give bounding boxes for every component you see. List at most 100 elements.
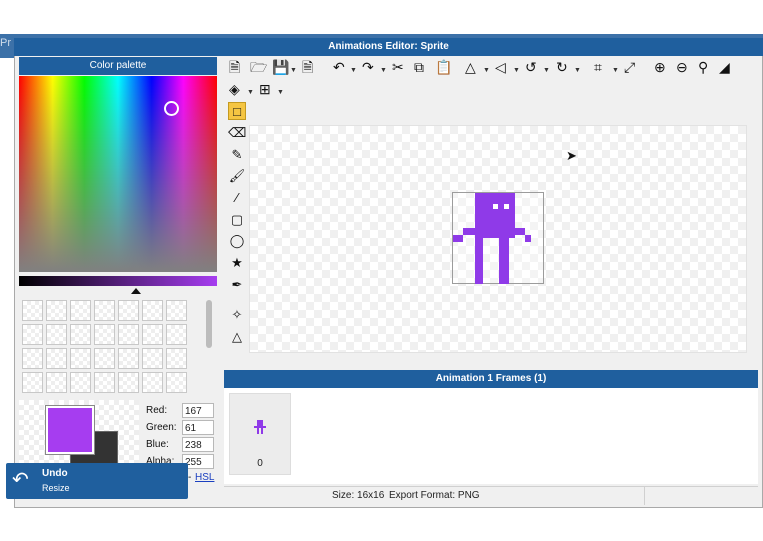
swatch[interactable]: [118, 300, 139, 321]
flip-horizontal-icon[interactable]: △: [465, 58, 476, 76]
export-icon[interactable]: 🗎: [302, 58, 313, 76]
sprite-leg-right: [499, 238, 509, 284]
rotate-left-icon[interactable]: ↺: [525, 58, 537, 76]
rotate-left-dropdown-icon[interactable]: ▼: [543, 62, 550, 80]
brightness-slider[interactable]: [19, 276, 217, 286]
eraser-icon[interactable]: ⌫: [228, 124, 246, 142]
swatch[interactable]: [118, 372, 139, 393]
brush-icon[interactable]: 🖌: [228, 167, 246, 185]
swatch[interactable]: [118, 348, 139, 369]
undo-icon[interactable]: ↶: [333, 58, 345, 76]
redo-dropdown-icon[interactable]: ▼: [380, 62, 387, 80]
swatch[interactable]: [166, 372, 187, 393]
copy-icon[interactable]: ⧉: [414, 58, 424, 76]
window-title[interactable]: Animations Editor: Sprite: [14, 38, 763, 56]
blue-field[interactable]: 238: [182, 437, 214, 452]
blue-label: Blue:: [146, 439, 169, 450]
swatch[interactable]: [142, 372, 163, 393]
frame-index: 0: [257, 458, 263, 469]
rectangle-icon[interactable]: ▢: [228, 211, 246, 229]
crop-dropdown-icon[interactable]: ▼: [612, 62, 619, 80]
fill-view-icon[interactable]: ◢: [719, 58, 730, 76]
grid-icon[interactable]: ⊞: [259, 80, 271, 98]
brightness-slider-marker[interactable]: [131, 288, 141, 294]
swatch[interactable]: [142, 300, 163, 321]
ellipse-icon[interactable]: ◯: [228, 232, 246, 250]
crop-icon[interactable]: ⌗: [594, 58, 602, 76]
swatch[interactable]: [46, 372, 67, 393]
primary-color-swatch[interactable]: [46, 406, 94, 454]
status-size: Size: 16x16: [332, 490, 385, 501]
sprite-eye-right: [504, 204, 509, 209]
flip-vertical-icon[interactable]: ◁: [495, 58, 506, 76]
swatch[interactable]: [22, 324, 43, 345]
select-rect-icon[interactable]: □: [228, 102, 246, 120]
rotate-right-icon[interactable]: ↻: [556, 58, 568, 76]
sprite-canvas[interactable]: [452, 192, 544, 284]
swatch[interactable]: [94, 324, 115, 345]
zoom-fit-icon[interactable]: ⚲: [698, 58, 708, 76]
color-palette-header: Color palette: [19, 57, 217, 75]
swatch[interactable]: [166, 348, 187, 369]
open-folder-icon[interactable]: 🗁: [250, 58, 267, 76]
green-label: Green:: [146, 422, 177, 433]
swatch[interactable]: [94, 300, 115, 321]
eyedropper-icon[interactable]: ✒: [228, 276, 246, 294]
swatch[interactable]: [70, 300, 91, 321]
sprite-hand-right: [525, 235, 531, 242]
swatch[interactable]: [142, 324, 163, 345]
line-icon[interactable]: ∕: [228, 189, 246, 207]
sprite-arm-left: [463, 228, 475, 235]
frame-thumbnail[interactable]: 0: [229, 393, 291, 475]
status-divider: [644, 487, 645, 505]
swatch[interactable]: [46, 300, 67, 321]
swatch[interactable]: [22, 372, 43, 393]
swatch-scrollbar[interactable]: [206, 300, 212, 348]
swatch[interactable]: [118, 324, 139, 345]
swatch[interactable]: [22, 300, 43, 321]
frames-header: Animation 1 Frames (1): [224, 370, 758, 388]
new-file-icon[interactable]: 🗎: [229, 58, 240, 76]
resize-icon[interactable]: ⤢: [624, 58, 635, 76]
swatch[interactable]: [142, 348, 163, 369]
flip-vertical-dropdown-icon[interactable]: ▼: [513, 62, 520, 80]
undo-arrow-icon: ↶: [12, 469, 29, 491]
background-window-title: Pr: [0, 37, 11, 49]
zoom-out-icon[interactable]: ⊖: [676, 58, 688, 76]
flip-horizontal-dropdown-icon[interactable]: ▼: [483, 62, 490, 80]
save-icon[interactable]: 💾: [272, 58, 289, 76]
paste-icon[interactable]: 📋: [435, 58, 452, 76]
green-field[interactable]: 61: [182, 420, 214, 435]
swatch[interactable]: [70, 372, 91, 393]
move-icon[interactable]: ✧: [228, 306, 246, 324]
swatch[interactable]: [70, 324, 91, 345]
swatch[interactable]: [22, 348, 43, 369]
color-spectrum[interactable]: [19, 76, 217, 272]
undo-dropdown-icon[interactable]: ▼: [350, 62, 357, 80]
hsl-link[interactable]: HSL: [195, 472, 214, 483]
frame-thumbnail-sprite: [254, 420, 266, 434]
swatch[interactable]: [94, 348, 115, 369]
transform-icon[interactable]: △: [228, 328, 246, 346]
swatch[interactable]: [166, 324, 187, 345]
bucket-fill-icon[interactable]: ★: [228, 254, 246, 272]
red-label: Red:: [146, 405, 168, 416]
rotate-right-dropdown-icon[interactable]: ▼: [574, 62, 581, 80]
red-field[interactable]: 167: [182, 403, 214, 418]
undo-notification[interactable]: ↶ Undo Resize: [6, 463, 188, 499]
swatch[interactable]: [94, 372, 115, 393]
grid-dropdown-icon[interactable]: ▼: [277, 84, 284, 102]
swatch[interactable]: [46, 324, 67, 345]
layers-icon[interactable]: ◈: [229, 80, 240, 98]
cut-icon[interactable]: ✂: [392, 58, 404, 76]
swatch[interactable]: [46, 348, 67, 369]
save-dropdown-icon[interactable]: ▼: [290, 62, 297, 80]
layers-dropdown-icon[interactable]: ▼: [247, 84, 254, 102]
zoom-in-icon[interactable]: ⊕: [654, 58, 666, 76]
redo-icon[interactable]: ↷: [362, 58, 374, 76]
swatch[interactable]: [166, 300, 187, 321]
pencil-icon[interactable]: ✎: [228, 146, 246, 164]
status-export-format: Export Format: PNG: [389, 490, 480, 501]
swatch[interactable]: [70, 348, 91, 369]
color-picker-handle[interactable]: [164, 101, 179, 116]
